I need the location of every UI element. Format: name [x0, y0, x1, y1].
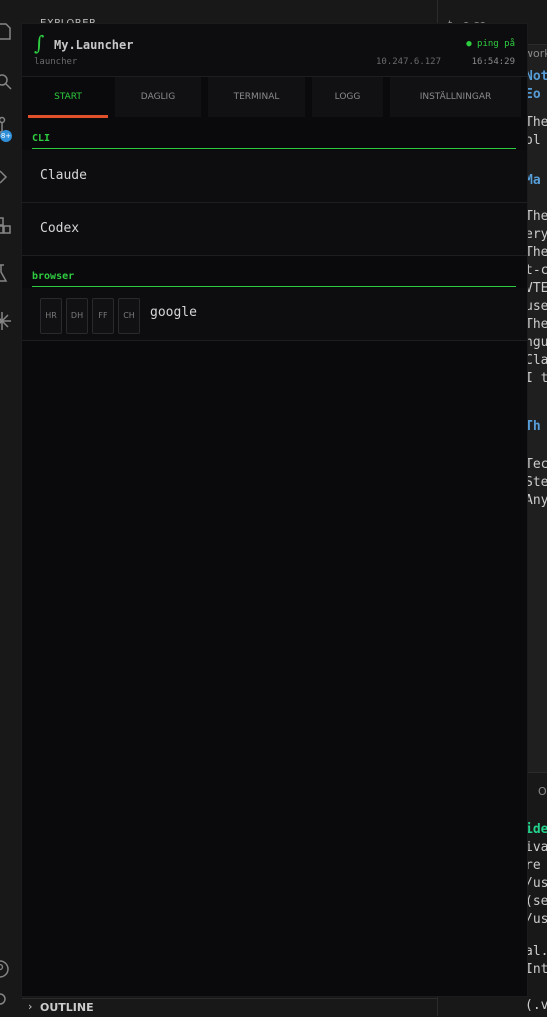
tab-installningar[interactable]: INSTÄLLNINGAR [390, 77, 521, 117]
run-debug-icon[interactable] [0, 166, 22, 188]
terminal-line: iden [525, 822, 547, 837]
terminal-line: /us [525, 912, 547, 927]
browser-section-heading: browser [32, 271, 516, 287]
search-icon[interactable] [0, 70, 22, 92]
testing-icon[interactable] [0, 262, 22, 284]
integral-logo-icon: ∫ [34, 31, 45, 55]
editor-line: The [525, 209, 547, 224]
settings-gear-icon[interactable] [0, 988, 22, 1010]
profile-chip-hr[interactable]: HR [40, 298, 62, 334]
panel-tab[interactable]: O [538, 785, 547, 798]
app-subtitle: launcher [34, 57, 78, 67]
terminal-line: iva [525, 840, 547, 855]
editor-line: Ma [525, 173, 541, 188]
launcher-tab-bar: START DAGLIG TERMINAL LOGG INSTÄLLNINGAR [22, 77, 527, 119]
ping-status: ● ping på [466, 39, 515, 49]
extensions-icon[interactable] [0, 214, 22, 236]
tab-logg[interactable]: LOGG [312, 77, 383, 117]
editor-line: ol [525, 133, 541, 148]
editor-line: use [525, 299, 547, 314]
editor-line: Eo [525, 87, 541, 102]
editor-line: The [525, 245, 547, 260]
launch-item-claude[interactable]: Claude [22, 150, 527, 203]
editor-line: Tec [525, 457, 547, 472]
editor-line: The [525, 317, 547, 332]
editor-line: t-c [525, 263, 547, 278]
launcher-header: ∫ My.Launcher launcher ● ping på 10.247.… [22, 24, 527, 77]
editor-line: Cla [525, 353, 547, 368]
files-icon[interactable] [0, 20, 22, 42]
launcher-window: ∫ My.Launcher launcher ● ping på 10.247.… [22, 24, 527, 996]
editor-line: The [525, 115, 547, 130]
terminal-line: Int [525, 962, 547, 977]
outline-label: OUTLINE [40, 1001, 94, 1014]
editor-line: Th [525, 419, 541, 434]
editor-line: Any [525, 493, 547, 508]
editor-line: I t [525, 371, 547, 386]
clock: 16:54:29 [471, 57, 515, 67]
launch-item-label: google [150, 305, 197, 320]
profile-chip-ch[interactable]: CH [118, 298, 140, 334]
launch-item-label: Codex [40, 221, 80, 236]
terminal-line: (se [525, 894, 547, 909]
profile-chip-ff[interactable]: FF [92, 298, 114, 334]
editor-line: VTE [525, 281, 547, 296]
launch-item-codex[interactable]: Codex [22, 203, 527, 256]
source-control-badge: 8+ [0, 130, 12, 142]
app-title: My.Launcher [54, 38, 134, 52]
tab-start[interactable]: START [28, 77, 108, 118]
tab-terminal[interactable]: TERMINAL [208, 77, 305, 117]
terminal-line: (.venv) den [525, 998, 547, 1013]
launch-item-label: Claude [40, 168, 87, 183]
chevron-right-icon: › [28, 1000, 33, 1013]
editor-line: Not [525, 69, 547, 84]
outline-section[interactable]: › OUTLINE [22, 998, 437, 1017]
account-icon[interactable] [0, 958, 22, 980]
breadcrumb[interactable]: work [524, 47, 547, 60]
terminal-line: re [525, 858, 541, 873]
editor-line: ery [525, 227, 547, 242]
tab-daglig[interactable]: DAGLIG [115, 77, 201, 117]
profile-chip-dh[interactable]: DH [66, 298, 88, 334]
ip-address: 10.247.6.127 [376, 57, 442, 67]
cli-section-heading: CLI [32, 133, 516, 149]
editor-line: Ste [525, 475, 547, 490]
terminal-line: /us [525, 876, 547, 891]
launch-item-google[interactable]: HR DH FF CH google [22, 288, 527, 341]
activity-bar: 8+ [0, 0, 22, 1016]
terminal-line: al.c [525, 944, 547, 959]
ai-sparkle-icon[interactable] [0, 310, 22, 332]
editor-line: ngu [525, 335, 547, 350]
